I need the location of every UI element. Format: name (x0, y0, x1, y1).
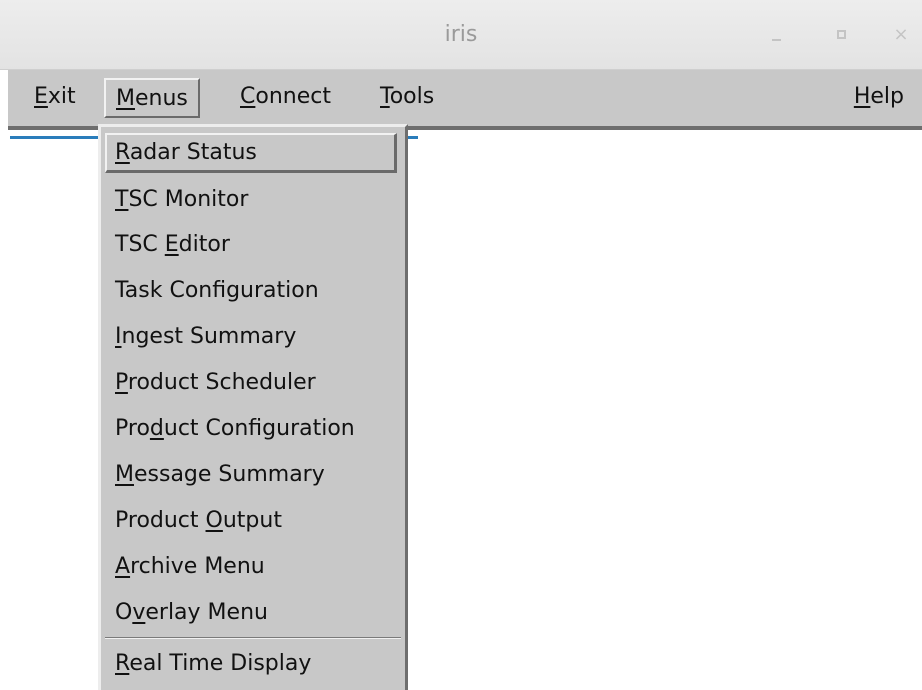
menu-item-pre: TSC (115, 232, 165, 257)
menu-item-mnemonic: P (115, 370, 128, 395)
close-icon[interactable]: × (886, 20, 916, 50)
menu-item-archive-menu[interactable]: Archive Menu (109, 547, 265, 587)
menu-item-mnemonic: O (205, 508, 223, 533)
menu-help-label: elp (870, 84, 904, 109)
menu-item-pre: Task Configuration (115, 278, 319, 303)
menu-connect[interactable]: Connect (232, 78, 339, 118)
maximize-icon[interactable] (828, 20, 858, 50)
menu-item-product-output[interactable]: Product Output (109, 501, 282, 541)
menu-tools-label: ools (389, 84, 435, 109)
menu-item-label: uct Configuration (163, 416, 355, 441)
menu-item-mnemonic: M (115, 462, 134, 487)
menu-exit-mnemonic: E (34, 84, 48, 109)
menu-item-message-summary[interactable]: Message Summary (109, 455, 325, 495)
menu-menus-mnemonic: M (116, 86, 135, 111)
window-left-edge (0, 130, 8, 690)
menu-menus-label: enus (134, 86, 188, 111)
menu-help-mnemonic: H (853, 84, 871, 109)
menu-help[interactable]: Help (846, 78, 912, 118)
menu-item-label: ngest Summary (121, 324, 297, 349)
menu-exit-label: xit (47, 84, 76, 109)
menus-dropdown: Radar Status TSC Monitor TSC Editor Task… (98, 124, 408, 690)
menu-item-product-configuration[interactable]: Product Configuration (109, 409, 355, 449)
menu-item-task-configuration[interactable]: Task Configuration (109, 271, 319, 311)
menu-item-overlay-menu[interactable]: Overlay Menu (109, 593, 268, 633)
menu-tools-mnemonic: T (380, 84, 390, 109)
menu-item-mnemonic: R (115, 140, 130, 165)
menu-item-pre: Product (115, 508, 206, 533)
menu-item-label: ditor (178, 232, 230, 257)
menu-separator (105, 637, 401, 639)
menu-item-pre: Pro (115, 416, 150, 441)
menu-exit[interactable]: Exit (26, 78, 84, 118)
app-window: iris × Exit Menus Connect Tools Help Rad… (0, 0, 922, 690)
menu-item-label: roduct Scheduler (127, 370, 316, 395)
menu-item-label: erlay Menu (145, 600, 268, 625)
menu-item-pre: O (115, 600, 133, 625)
minimize-icon[interactable] (762, 20, 792, 50)
menu-item-tsc-editor[interactable]: TSC Editor (109, 225, 230, 265)
menu-item-mnemonic: v (132, 600, 146, 625)
menu-item-label: adar Status (129, 140, 257, 165)
menu-item-real-time-display[interactable]: Real Time Display (109, 644, 311, 684)
menu-tools[interactable]: Tools (372, 78, 442, 118)
menu-connect-mnemonic: C (240, 84, 256, 109)
title-bar[interactable]: iris × (0, 0, 922, 70)
menu-item-mnemonic: E (164, 232, 179, 257)
menu-connect-label: onnect (255, 84, 331, 109)
menu-item-tsc-monitor[interactable]: TSC Monitor (109, 180, 248, 220)
menu-item-label: essage Summary (133, 462, 325, 487)
menu-item-label: SC Monitor (128, 187, 249, 212)
menu-item-mnemonic: A (115, 554, 131, 579)
menu-item-radar-status[interactable]: Radar Status (105, 133, 397, 173)
menu-item-mnemonic: d (149, 416, 164, 441)
menu-item-mnemonic: T (115, 187, 129, 212)
menu-item-product-scheduler[interactable]: Product Scheduler (109, 363, 316, 403)
menu-item-mnemonic: R (115, 651, 130, 676)
menu-item-ingest-summary[interactable]: Ingest Summary (109, 317, 296, 357)
menu-item-label: eal Time Display (129, 651, 312, 676)
menu-menus[interactable]: Menus (104, 78, 200, 118)
menu-item-label: rchive Menu (130, 554, 265, 579)
menu-bar: Exit Menus Connect Tools Help (8, 70, 922, 130)
menu-item-label: utput (222, 508, 282, 533)
